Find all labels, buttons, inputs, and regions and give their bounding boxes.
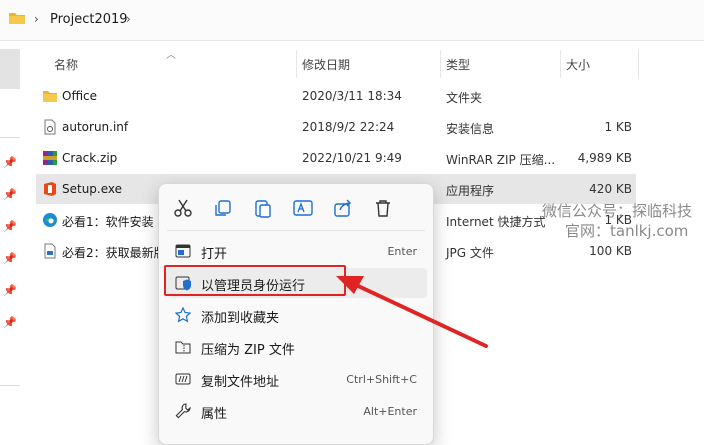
navigation-pane bbox=[0, 41, 20, 429]
paste-icon[interactable] bbox=[251, 196, 275, 220]
zip-folder-icon bbox=[175, 341, 191, 354]
file-name: Setup.exe bbox=[62, 182, 123, 196]
file-date: 2020/3/11 18:34 bbox=[302, 89, 402, 103]
share-icon[interactable] bbox=[331, 196, 355, 220]
file-name: Office bbox=[62, 89, 98, 103]
menu-item-label: 属性 bbox=[201, 407, 228, 422]
pin-icon[interactable]: 📌 bbox=[3, 220, 17, 233]
column-header-name[interactable]: 名称 bbox=[54, 56, 78, 74]
file-date: 2018/9/2 22:24 bbox=[302, 120, 395, 134]
copy-path-icon bbox=[175, 373, 191, 385]
menu-item-properties[interactable]: 属性 Alt+Enter bbox=[165, 396, 427, 426]
file-size: 4,989 KB bbox=[577, 151, 632, 165]
file-type: WinRAR ZIP 压缩... bbox=[446, 153, 556, 167]
file-type: 文件夹 bbox=[446, 91, 483, 105]
menu-item-label: 压缩为 ZIP 文件 bbox=[201, 343, 295, 358]
column-header-date[interactable]: 修改日期 bbox=[302, 56, 350, 74]
pin-icon[interactable]: 📌 bbox=[3, 284, 17, 297]
config-file-icon bbox=[44, 119, 56, 135]
open-icon bbox=[175, 244, 191, 258]
file-size: 1 KB bbox=[604, 120, 632, 134]
delete-icon[interactable] bbox=[371, 196, 395, 220]
folder-icon bbox=[43, 91, 57, 102]
pin-icon[interactable]: 📌 bbox=[3, 156, 17, 169]
menu-item-copy-path[interactable]: 复制文件地址 Ctrl+Shift+C bbox=[165, 364, 427, 394]
column-divider[interactable] bbox=[440, 50, 441, 78]
watermark-line: 微信公众号：探临科技 bbox=[542, 202, 693, 220]
copy-icon[interactable] bbox=[211, 196, 235, 220]
file-size: 420 KB bbox=[589, 182, 632, 196]
cut-icon[interactable] bbox=[171, 196, 195, 220]
jpg-file-icon bbox=[44, 243, 56, 259]
file-name: Crack.zip bbox=[62, 151, 118, 165]
nav-divider bbox=[0, 137, 20, 138]
sort-ascending-icon: ︿ bbox=[166, 50, 176, 61]
file-name: autorun.inf bbox=[62, 120, 129, 134]
winrar-icon bbox=[43, 151, 57, 165]
file-name: 必看2：获取最新版 bbox=[62, 246, 166, 260]
office-icon bbox=[44, 182, 56, 196]
nav-selected-item[interactable] bbox=[0, 49, 20, 89]
menu-item-shortcut: Ctrl+Shift+C bbox=[346, 373, 417, 386]
address-bar[interactable]: › Project2019 › bbox=[0, 0, 704, 41]
menu-item-label: 添加到收藏夹 bbox=[201, 311, 280, 326]
column-divider[interactable] bbox=[296, 50, 297, 78]
chevron-right-icon: › bbox=[34, 12, 39, 26]
star-icon bbox=[175, 307, 191, 323]
column-divider[interactable] bbox=[638, 50, 639, 78]
menu-item-shortcut: Enter bbox=[387, 245, 417, 258]
file-name: 必看1：软件安装 bbox=[62, 215, 154, 229]
column-header-type[interactable]: 类型 bbox=[446, 56, 470, 74]
highlight-box bbox=[164, 265, 346, 296]
file-type: 安装信息 bbox=[446, 122, 495, 136]
file-type: Internet 快捷方式 bbox=[446, 215, 546, 229]
wrench-icon bbox=[175, 403, 191, 419]
menu-divider bbox=[167, 230, 425, 231]
file-size: 100 KB bbox=[589, 244, 632, 258]
chevron-right-icon[interactable]: › bbox=[126, 12, 131, 26]
nav-divider bbox=[0, 385, 20, 386]
column-divider[interactable] bbox=[560, 50, 561, 78]
menu-item-shortcut: Alt+Enter bbox=[363, 405, 417, 418]
file-row[interactable]: Office 2020/3/11 18:34 文件夹 bbox=[36, 81, 636, 111]
breadcrumb[interactable]: Project2019 bbox=[50, 12, 128, 27]
file-type: 应用程序 bbox=[446, 184, 495, 198]
menu-item-label: 复制文件地址 bbox=[201, 375, 280, 390]
pin-icon[interactable]: 📌 bbox=[3, 188, 17, 201]
pin-icon[interactable]: 📌 bbox=[3, 252, 17, 265]
annotation-arrow-icon bbox=[336, 276, 488, 348]
file-row[interactable]: autorun.inf 2018/9/2 22:24 安装信息 1 KB bbox=[36, 112, 636, 142]
folder-icon bbox=[9, 13, 25, 24]
menu-item-label: 打开 bbox=[201, 247, 228, 262]
column-header-size[interactable]: 大小 bbox=[566, 56, 590, 74]
file-date: 2022/10/21 9:49 bbox=[302, 151, 402, 165]
file-type: JPG 文件 bbox=[446, 246, 494, 260]
pin-icon[interactable]: 📌 bbox=[3, 316, 17, 329]
watermark-line: 官网：tanlkj.com bbox=[565, 222, 689, 240]
menu-item-open[interactable]: 打开 Enter bbox=[165, 236, 427, 266]
edge-shortcut-icon bbox=[43, 213, 57, 227]
rename-icon[interactable] bbox=[291, 196, 315, 220]
file-row[interactable]: Crack.zip 2022/10/21 9:49 WinRAR ZIP 压缩.… bbox=[36, 143, 636, 173]
